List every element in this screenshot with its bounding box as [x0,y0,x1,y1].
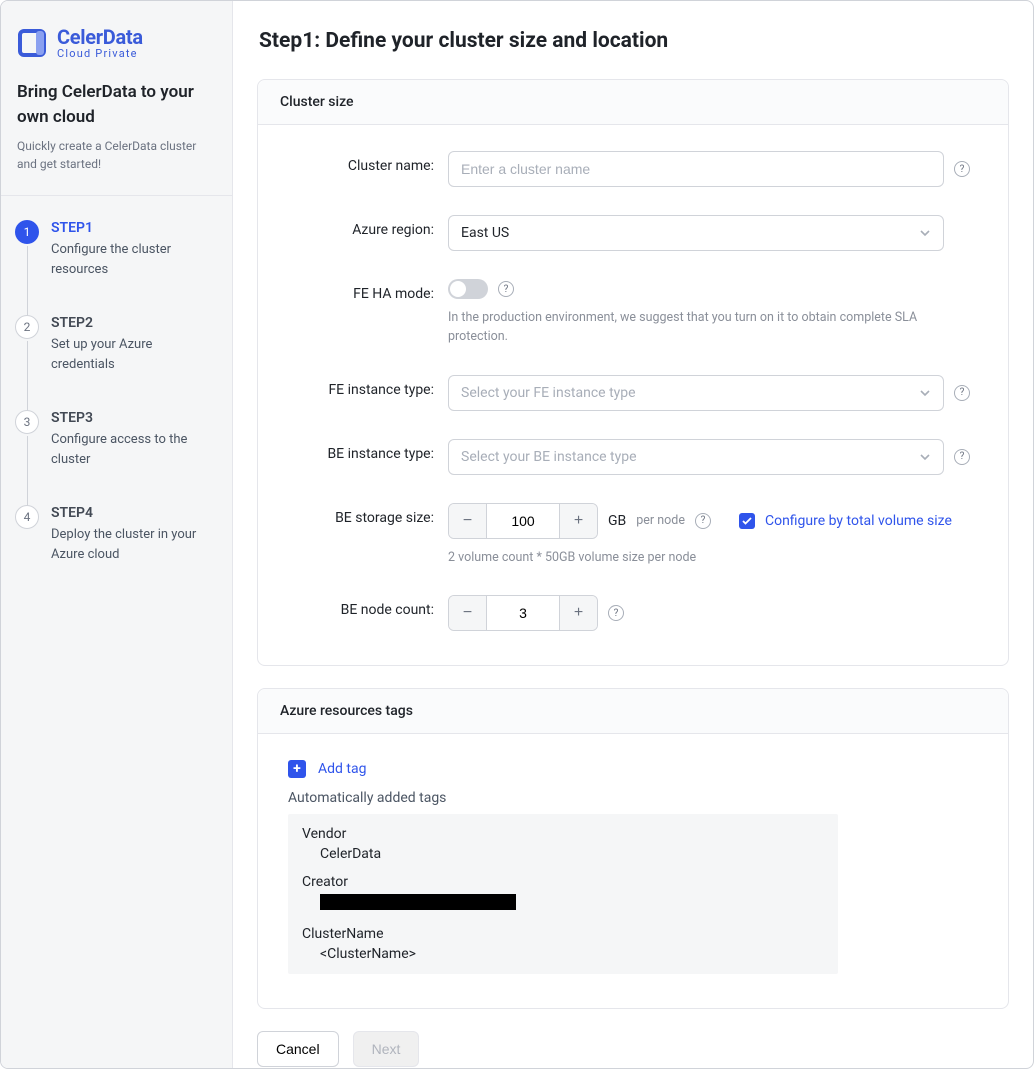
brand-tagline: Cloud Private [57,47,143,60]
cancel-button[interactable]: Cancel [257,1031,339,1067]
step-2-title: STEP2 [51,315,218,331]
sidebar-headline: Bring CelerData to your own cloud [17,80,216,129]
tag-key: ClusterName [302,926,824,942]
be-storage-hint: 2 volume count * 50GB volume size per no… [448,549,958,568]
step-3[interactable]: 3 STEP3 Configure access to the cluster [15,410,218,505]
tag-value [302,894,824,914]
sidebar-subtext: Quickly create a CelerData cluster and g… [17,137,216,173]
configure-total-volume-label[interactable]: Configure by total volume size [765,513,952,529]
help-icon[interactable]: ? [498,281,514,297]
be-node-input[interactable] [487,596,559,630]
step-3-title: STEP3 [51,410,218,426]
fe-ha-hint: In the production environment, we sugges… [448,309,958,347]
redacted-value [320,894,516,910]
cluster-name-label: Cluster name: [288,151,448,174]
plus-button[interactable]: + [559,596,597,630]
tag-key: Creator [302,874,824,890]
be-type-placeholder: Select your BE instance type [461,449,637,465]
minus-button[interactable]: − [449,504,487,538]
chevron-down-icon [919,227,931,239]
help-icon[interactable]: ? [695,513,711,529]
fe-type-label: FE instance type: [288,375,448,398]
logo-icon [17,28,47,58]
tag-item: Creator [302,874,824,914]
configure-total-volume-checkbox[interactable] [739,513,755,529]
add-tag-label: Add tag [318,761,366,777]
cluster-size-header: Cluster size [258,80,1008,125]
step-4-desc: Deploy the cluster in your Azure cloud [51,525,218,564]
azure-region-select[interactable]: East US [448,215,944,251]
help-icon[interactable]: ? [954,161,970,177]
be-storage-stepper[interactable]: − + [448,503,598,539]
chevron-down-icon [919,451,931,463]
plus-icon: + [288,760,306,778]
minus-button[interactable]: − [449,596,487,630]
be-storage-unit: GB [608,513,626,529]
step-1-desc: Configure the cluster resources [51,240,218,279]
azure-region-value: East US [461,225,509,241]
step-1[interactable]: 1 STEP1 Configure the cluster resources [15,220,218,315]
be-type-label: BE instance type: [288,439,448,462]
fe-ha-label: FE HA mode: [288,279,448,302]
azure-region-label: Azure region: [288,215,448,238]
be-instance-type-select[interactable]: Select your BE instance type [448,439,944,475]
step-1-number: 1 [15,220,39,244]
be-node-stepper[interactable]: − + [448,595,598,631]
be-storage-input[interactable] [487,504,559,538]
next-button[interactable]: Next [353,1031,420,1067]
help-icon[interactable]: ? [954,449,970,465]
step-3-number: 3 [15,410,39,434]
step-2-number: 2 [15,315,39,339]
step-4-title: STEP4 [51,505,218,521]
chevron-down-icon [919,387,931,399]
step-2[interactable]: 2 STEP2 Set up your Azure credentials [15,315,218,410]
fe-instance-type-select[interactable]: Select your FE instance type [448,375,944,411]
cluster-name-input[interactable] [448,151,944,187]
step-4[interactable]: 4 STEP4 Deploy the cluster in your Azure… [15,505,218,564]
step-2-desc: Set up your Azure credentials [51,335,218,374]
help-icon[interactable]: ? [954,385,970,401]
wizard-steps: 1 STEP1 Configure the cluster resources … [1,196,232,588]
tag-value: <ClusterName> [302,946,824,962]
auto-tags-label: Automatically added tags [288,790,978,806]
tag-value: CelerData [302,846,824,862]
tag-item: Vendor CelerData [302,826,824,862]
step-1-title: STEP1 [51,220,218,236]
be-storage-pernode: per node [636,513,685,528]
step-3-desc: Configure access to the cluster [51,430,218,469]
add-tag-button[interactable]: + Add tag [288,760,978,778]
tag-key: Vendor [302,826,824,842]
plus-button[interactable]: + [559,504,597,538]
tags-header: Azure resources tags [258,689,1008,734]
page-title: Step1: Define your cluster size and loca… [259,29,1009,53]
tag-item: ClusterName <ClusterName> [302,926,824,962]
tags-card: Azure resources tags + Add tag Automatic… [257,688,1009,1009]
fe-ha-toggle[interactable] [448,279,488,299]
auto-tags-box: Vendor CelerData Creator ClusterName <Cl… [288,814,838,974]
fe-type-placeholder: Select your FE instance type [461,385,636,401]
be-storage-label: BE storage size: [288,503,448,526]
step-4-number: 4 [15,505,39,529]
be-node-label: BE node count: [288,595,448,618]
cluster-size-card: Cluster size Cluster name: ? Azure regio… [257,79,1009,666]
brand-name: CelerData [57,25,143,49]
brand: CelerData Cloud Private [1,1,232,80]
help-icon[interactable]: ? [608,605,624,621]
